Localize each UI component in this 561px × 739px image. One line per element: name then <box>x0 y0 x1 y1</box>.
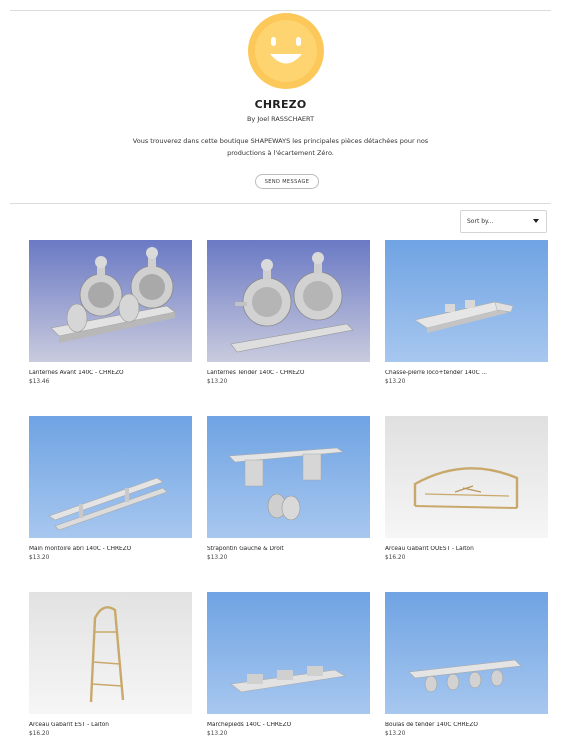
product-price: $16.20 <box>29 731 50 737</box>
product-image-chasse-pierre[interactable] <box>385 240 548 362</box>
description-line-2: productions à l'écartement Zéro. <box>227 149 334 157</box>
product-price: $13.20 <box>385 379 406 385</box>
product-title[interactable]: Chasse-pierre loco+tender 140C ... <box>385 370 548 376</box>
caret-down-icon <box>533 219 539 223</box>
product-title[interactable]: Main montoire abri 140C - CHREZO <box>29 546 192 552</box>
product-price: $16.20 <box>385 555 406 561</box>
product-title[interactable]: Marchepieds 140C - CHREZO <box>207 722 370 728</box>
product-title[interactable]: Lanternes Tender 140C - CHREZO <box>207 370 370 376</box>
product-card[interactable]: Strapontin Gauche & Droit $13.20 <box>207 416 370 562</box>
product-title[interactable]: Arceau Gabarit OUEST - Laiton <box>385 546 548 552</box>
product-title[interactable]: Lanternes Avant 140C - CHREZO <box>29 370 192 376</box>
product-card[interactable]: Chasse-pierre loco+tender 140C ... $13.2… <box>385 240 548 386</box>
sort-dropdown-label: Sort by... <box>467 218 494 225</box>
top-divider <box>10 10 551 11</box>
product-image-arceau-ouest[interactable] <box>385 416 548 538</box>
product-card[interactable]: Boulas de tender 140C CHREZO $13.20 <box>385 592 548 738</box>
product-card[interactable]: Marchepieds 140C - CHREZO $13.20 <box>207 592 370 738</box>
sort-dropdown[interactable]: Sort by... <box>460 210 547 233</box>
product-image-marchepieds[interactable] <box>207 592 370 714</box>
send-message-button[interactable]: SEND MESSAGE <box>255 174 319 189</box>
product-price: $13.20 <box>207 731 228 737</box>
product-card[interactable]: Arceau Gabarit OUEST - Laiton $16.20 <box>385 416 548 562</box>
product-price: $13.20 <box>385 731 406 737</box>
product-title[interactable]: Arceau Gabarit EST - Laiton <box>29 722 192 728</box>
product-image-boulas-tender[interactable] <box>385 592 548 714</box>
product-price: $13.20 <box>207 379 228 385</box>
shop-description: Vous trouverez dans cette boutique SHAPE… <box>110 135 451 159</box>
product-image-lanternes-tender[interactable] <box>207 240 370 362</box>
product-card[interactable]: Main montoire abri 140C - CHREZO $13.20 <box>29 416 192 562</box>
product-image-strapontin[interactable] <box>207 416 370 538</box>
product-price: $13.20 <box>29 555 50 561</box>
header-divider <box>10 203 551 204</box>
product-card[interactable]: Lanternes Tender 140C - CHREZO $13.20 <box>207 240 370 386</box>
shop-name: CHREZO <box>254 98 307 111</box>
product-card[interactable]: Lanternes Avant 140C - CHREZO $13.46 <box>29 240 192 386</box>
product-card[interactable]: Arceau Gabarit EST - Laiton $16.20 <box>29 592 192 738</box>
product-price: $13.46 <box>29 379 50 385</box>
shop-owner-byline: By Joel RASSCHAERT <box>246 115 315 123</box>
description-line-1: Vous trouverez dans cette boutique SHAPE… <box>132 137 429 145</box>
product-title[interactable]: Strapontin Gauche & Droit <box>207 546 370 552</box>
product-title[interactable]: Boulas de tender 140C CHREZO <box>385 722 548 728</box>
product-image-arceau-est[interactable] <box>29 592 192 714</box>
product-image-main-montoire[interactable] <box>29 416 192 538</box>
product-price: $13.20 <box>207 555 228 561</box>
product-image-lanternes-avant[interactable] <box>29 240 192 362</box>
smiley-face-icon <box>248 13 324 89</box>
